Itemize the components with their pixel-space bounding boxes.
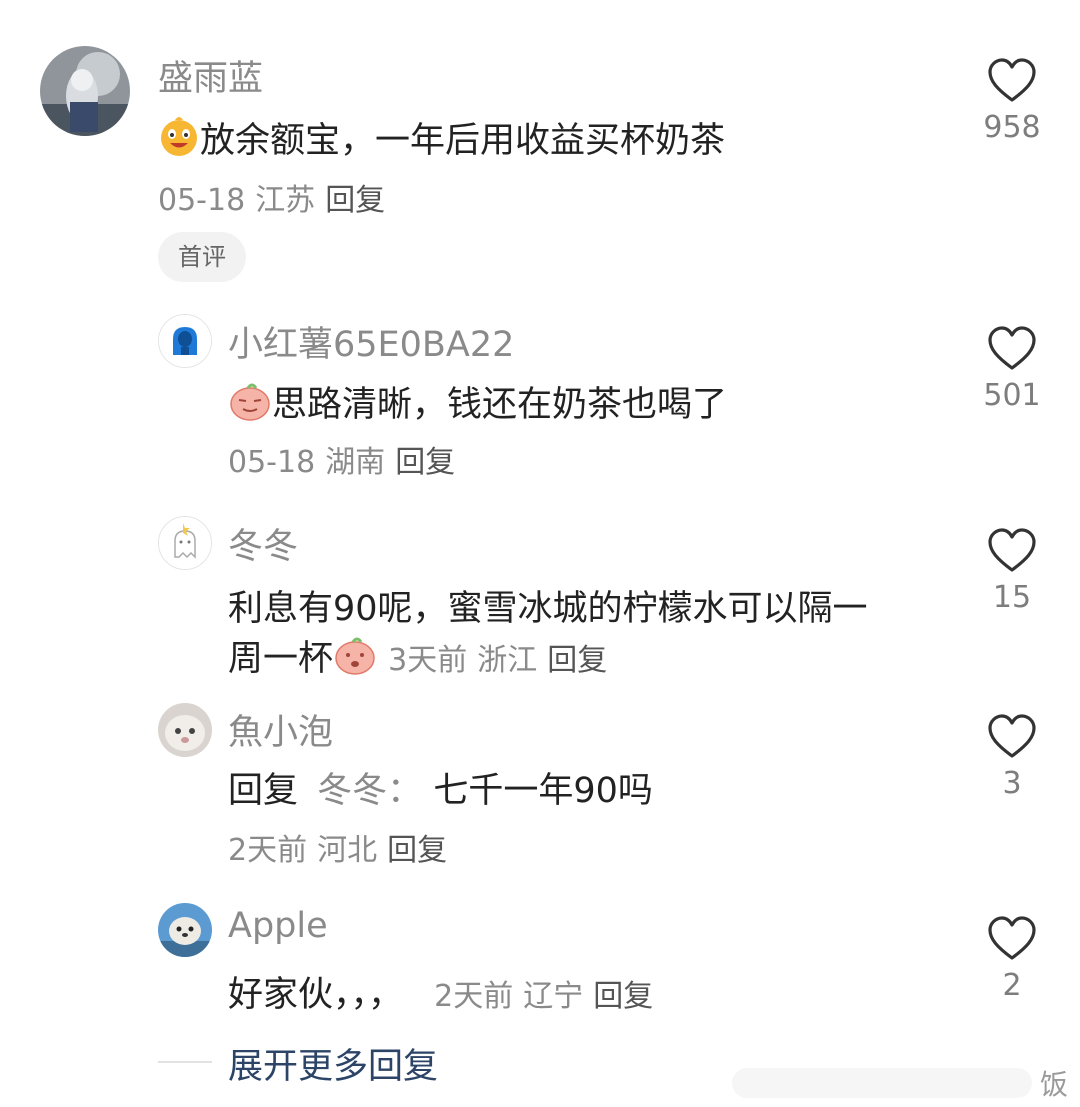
like-button[interactable]: 15	[972, 528, 1052, 615]
comment-meta: 3天前 浙江 回复	[388, 643, 607, 678]
comment-location: 辽宁	[523, 979, 584, 1014]
like-count: 15	[992, 580, 1032, 615]
like-button[interactable]: 3	[972, 714, 1052, 801]
comment-text: 思路清晰，钱还在奶茶也喝了	[228, 376, 727, 431]
comment-meta: 05-18 湖南 回复	[228, 437, 455, 481]
comment-text-content: 放余额宝，一年后用收益买杯奶茶	[200, 121, 726, 161]
avatar-main[interactable]	[40, 46, 130, 136]
like-count: 2	[1002, 968, 1022, 1003]
heart-outline-icon	[988, 58, 1036, 102]
comment-meta: 2天前 辽宁 回复	[434, 979, 653, 1014]
comment-date: 3天前	[388, 643, 468, 678]
avatar-reply[interactable]	[158, 314, 212, 368]
reply-button[interactable]: 回复	[387, 833, 447, 868]
comment-text: 好家伙，，， 2天前 辽宁 回复	[228, 966, 653, 1017]
like-button[interactable]: 958	[972, 58, 1052, 145]
heart-outline-icon	[988, 714, 1036, 758]
reply-prefix: 回复	[228, 771, 299, 811]
comment-location: 河北	[317, 833, 378, 868]
comment-date: 05-18	[228, 445, 316, 480]
heart-outline-icon	[988, 528, 1036, 572]
watermark-bar	[732, 1068, 1032, 1098]
comment-text-content: 思路清晰，钱还在奶茶也喝了	[272, 385, 728, 425]
username[interactable]: 盛雨蓝	[158, 50, 263, 101]
like-count: 958	[983, 110, 1041, 145]
comment-location: 江苏	[255, 183, 316, 218]
comment-text: 回复 冬冬： 七千一年90吗	[228, 762, 653, 813]
heart-outline-icon	[988, 326, 1036, 370]
username[interactable]: Apple	[228, 906, 328, 946]
comment-text-content: 七千一年90吗	[433, 771, 653, 811]
username[interactable]: 小红薯65E0BA22	[228, 316, 514, 367]
comment-location: 湖南	[325, 445, 386, 480]
reply-button[interactable]: 回复	[395, 445, 455, 480]
comment-text-line2: 周一杯 3天前 浙江 回复	[228, 630, 607, 685]
heart-outline-icon	[988, 916, 1036, 960]
avatar-reply[interactable]	[158, 516, 212, 570]
comment-date: 2天前	[434, 979, 514, 1014]
comment-location: 浙江	[477, 643, 538, 678]
watermark-text: 饭	[1040, 1068, 1069, 1101]
avatar-reply[interactable]	[158, 703, 212, 757]
expand-more-replies-button[interactable]: 展开更多回复	[228, 1038, 438, 1089]
comment-date: 05-18	[158, 183, 246, 218]
comment-date: 2天前	[228, 833, 308, 868]
comment-text-content: 好家伙，，，	[228, 975, 404, 1015]
reply-button[interactable]: 回复	[593, 979, 653, 1014]
first-comment-badge: 首评	[158, 232, 246, 282]
reply-button[interactable]: 回复	[325, 183, 385, 218]
username[interactable]: 魚小泡	[228, 704, 333, 755]
comment-text-content: 周一杯	[228, 639, 334, 679]
reply-target[interactable]: 冬冬：	[317, 771, 422, 811]
emoji-face-icon	[228, 380, 272, 431]
like-count: 3	[1002, 766, 1022, 801]
comment-meta: 2天前 河北 回复	[228, 825, 447, 869]
emoji-face-icon	[333, 634, 377, 685]
like-count: 501	[983, 378, 1041, 413]
reply-button[interactable]: 回复	[547, 643, 607, 678]
comment-text: 放余额宝，一年后用收益买杯奶茶	[158, 112, 725, 167]
username[interactable]: 冬冬	[228, 518, 298, 569]
emoji-face-icon	[158, 116, 200, 167]
avatar-reply[interactable]	[158, 903, 212, 957]
comment-text-line1: 利息有90呢，蜜雪冰城的柠檬水可以隔一	[228, 589, 868, 629]
like-button[interactable]: 501	[972, 326, 1052, 413]
like-button[interactable]: 2	[972, 916, 1052, 1003]
expand-divider	[158, 1061, 212, 1063]
comment-meta: 05-18 江苏 回复	[158, 175, 385, 219]
